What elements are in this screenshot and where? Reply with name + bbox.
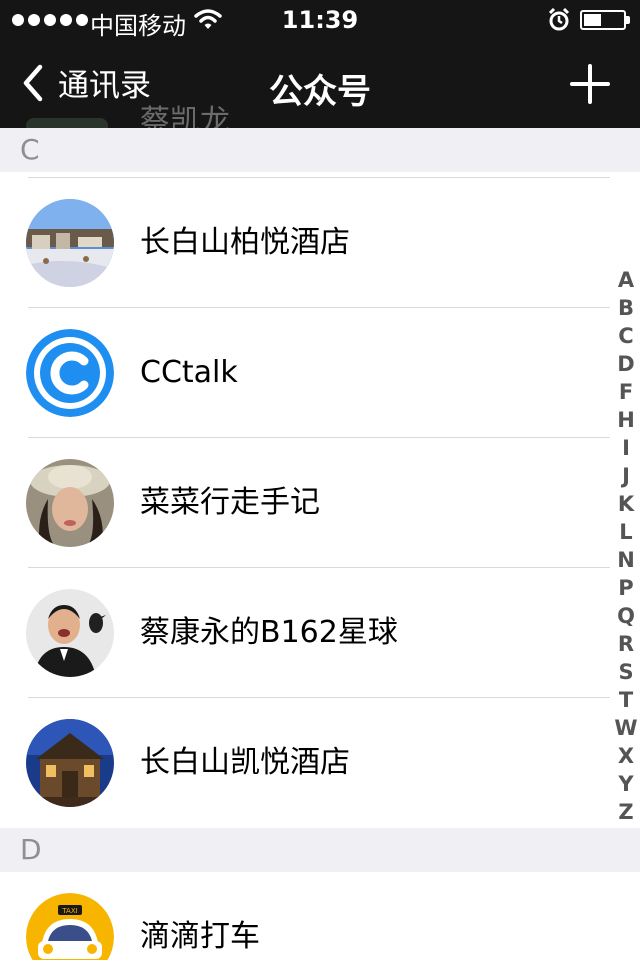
section-header-c: C (0, 128, 640, 172)
index-letter[interactable]: L (619, 518, 632, 546)
section-header-d: D (0, 828, 640, 872)
man-with-bird-avatar (26, 589, 114, 677)
list-item[interactable]: TAXI 滴滴打车 (0, 872, 610, 960)
index-letter[interactable]: F (619, 378, 633, 406)
index-letter[interactable]: Z (618, 798, 633, 826)
index-letter[interactable]: B (618, 294, 634, 322)
index-letter[interactable]: X (618, 742, 634, 770)
page-title: 公众号 (269, 72, 371, 112)
account-name: 长白山柏悦酒店 (140, 225, 350, 260)
cctalk-logo-avatar (26, 329, 114, 417)
index-letter[interactable]: J (622, 462, 630, 490)
index-letter[interactable]: A (618, 266, 634, 294)
index-letter[interactable]: Q (617, 602, 635, 630)
account-name: 长白山凯悦酒店 (140, 745, 350, 780)
index-letter[interactable]: P (618, 574, 633, 602)
list-item[interactable]: 蔡康永的B162星球 (0, 568, 610, 698)
taxi-logo-avatar: TAXI (26, 893, 114, 960)
index-letter[interactable]: H (617, 406, 635, 434)
index-letter[interactable]: K (618, 490, 634, 518)
status-time: 11:39 (281, 6, 359, 34)
alarm-icon (548, 7, 570, 38)
alphabet-index[interactable]: A B C D F H I J K L N P Q R S T W X Y Z (612, 266, 640, 826)
list-item[interactable]: 菜菜行走手记 (0, 438, 610, 568)
index-letter[interactable]: S (618, 658, 633, 686)
index-letter[interactable]: T (619, 686, 633, 714)
resort-photo-avatar (26, 199, 114, 287)
account-name: 滴滴打车 (140, 919, 260, 954)
navigation-bar: 蔡凯龙 通讯录 公众号 (0, 40, 640, 128)
index-letter[interactable]: Y (618, 770, 633, 798)
account-name: 蔡康永的B162星球 (140, 615, 398, 650)
list-item[interactable]: 长白山柏悦酒店 (0, 178, 610, 308)
index-letter[interactable]: I (622, 434, 630, 462)
status-bar: 中国移动 11:39 (0, 0, 640, 40)
ghost-avatar (26, 118, 108, 128)
account-name: 菜菜行走手记 (140, 485, 320, 520)
woman-hat-avatar (26, 459, 114, 547)
screen: 中国移动 11:39 蔡凯龙 通讯录 公众号 C 长白山柏悦酒店 CCtalk … (0, 0, 640, 960)
add-button[interactable] (568, 62, 612, 106)
list-item[interactable]: 长白山凯悦酒店 (0, 698, 610, 828)
hotel-night-avatar (26, 719, 114, 807)
index-letter[interactable]: W (614, 714, 637, 742)
battery-icon (580, 10, 630, 30)
index-letter[interactable]: C (618, 322, 633, 350)
svg-text:TAXI: TAXI (61, 907, 77, 915)
index-letter[interactable]: D (617, 350, 634, 378)
list-item[interactable]: CCtalk (0, 308, 610, 438)
account-name: CCtalk (140, 355, 238, 390)
index-letter[interactable]: R (618, 630, 634, 658)
plus-icon (570, 64, 610, 104)
index-letter[interactable]: N (617, 546, 635, 574)
